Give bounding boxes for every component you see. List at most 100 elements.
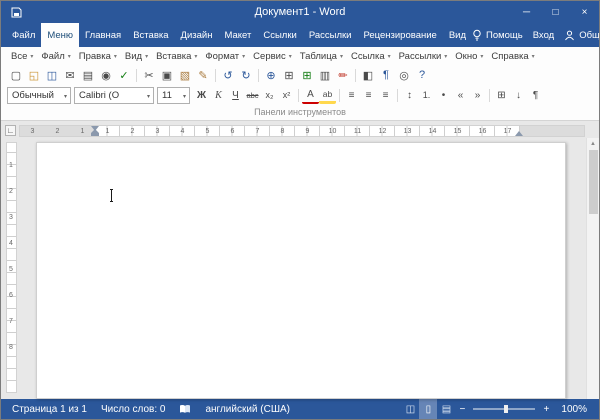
- proofing-status[interactable]: [172, 404, 198, 414]
- redo-button[interactable]: ↻: [237, 67, 255, 84]
- menu-window[interactable]: Окно: [451, 51, 487, 62]
- numbered-list-button[interactable]: 1.: [418, 87, 435, 104]
- menu-link[interactable]: Ссылка: [347, 51, 395, 62]
- window-title: Документ1 - Word: [1, 6, 599, 18]
- zoom-slider[interactable]: [473, 408, 535, 410]
- document-page[interactable]: [36, 142, 566, 399]
- tab-view[interactable]: Вид: [443, 23, 472, 47]
- tab-bar-right: Помощь Вход Общий доступ: [472, 23, 600, 47]
- quick-save-button[interactable]: [8, 4, 24, 20]
- spelling-button[interactable]: ✓: [115, 67, 133, 84]
- tab-file[interactable]: Файл: [6, 23, 41, 47]
- superscript-button[interactable]: x²: [278, 87, 295, 104]
- share-button[interactable]: Общий доступ: [564, 30, 600, 41]
- copy-button[interactable]: ▣: [158, 67, 176, 84]
- zoom-out-button[interactable]: −: [455, 404, 469, 415]
- horizontal-ruler[interactable]: 321 1234567891011121314151617: [19, 125, 585, 137]
- zoom-in-button[interactable]: +: [539, 404, 553, 415]
- columns-button[interactable]: ▥: [316, 67, 334, 84]
- font-combo[interactable]: Calibri (О: [74, 87, 154, 104]
- page-count[interactable]: Страница 1 из 1: [5, 404, 94, 415]
- drawing-button[interactable]: ✏: [334, 67, 352, 84]
- language-status[interactable]: английский (США): [198, 404, 297, 415]
- hyperlink-button[interactable]: ⊕: [262, 67, 280, 84]
- zoom-percent[interactable]: 100%: [553, 404, 595, 415]
- tab-review[interactable]: Рецензирование: [357, 23, 442, 47]
- style-combo[interactable]: Обычный: [7, 87, 71, 104]
- email-button[interactable]: ✉: [61, 67, 79, 84]
- menu-file[interactable]: Файл: [37, 51, 74, 62]
- vertical-scrollbar[interactable]: ▲: [586, 138, 599, 399]
- sign-in-button[interactable]: Вход: [533, 30, 555, 41]
- tab-layout[interactable]: Макет: [218, 23, 257, 47]
- insert-excel-button[interactable]: ⊞: [298, 67, 316, 84]
- menu-edit[interactable]: Правка: [75, 51, 121, 62]
- ruler-number: 4: [9, 221, 13, 247]
- close-button[interactable]: ×: [570, 1, 599, 23]
- zoom-button[interactable]: ◎: [395, 67, 413, 84]
- menu-mailings[interactable]: Рассылки: [395, 51, 452, 62]
- ruler-number: 4: [170, 126, 195, 136]
- maximize-button[interactable]: □: [541, 1, 570, 23]
- tab-menu[interactable]: Меню: [41, 23, 79, 47]
- indent-decrease-button[interactable]: «: [452, 87, 469, 104]
- borders-button[interactable]: ⊞: [493, 87, 510, 104]
- tab-references[interactable]: Ссылки: [257, 23, 302, 47]
- align-right-button[interactable]: ≡: [377, 87, 394, 104]
- print-layout-button[interactable]: ▯: [419, 399, 437, 419]
- menu-all[interactable]: Все: [7, 51, 37, 62]
- bulleted-list-button[interactable]: •: [435, 87, 452, 104]
- bold-button[interactable]: Ж: [193, 87, 210, 104]
- minimize-button[interactable]: ─: [512, 1, 541, 23]
- indent-increase-button[interactable]: »: [469, 87, 486, 104]
- menu-help[interactable]: Справка: [487, 51, 538, 62]
- open-button[interactable]: ◱: [25, 67, 43, 84]
- menu-table[interactable]: Таблица: [296, 51, 347, 62]
- web-layout-button[interactable]: ▤: [437, 399, 455, 419]
- cut-button[interactable]: ✂: [140, 67, 158, 84]
- menu-view[interactable]: Вид: [121, 51, 152, 62]
- format-painter-button[interactable]: ✎: [194, 67, 212, 84]
- align-left-button[interactable]: ≡: [343, 87, 360, 104]
- strikethrough-button[interactable]: abc: [244, 87, 261, 104]
- undo-button[interactable]: ↺: [219, 67, 237, 84]
- align-center-button[interactable]: ≡: [360, 87, 377, 104]
- tab-mailings[interactable]: Рассылки: [303, 23, 358, 47]
- font-size-combo[interactable]: 11: [157, 87, 190, 104]
- help-button[interactable]: ?: [413, 67, 431, 84]
- tab-selector[interactable]: ∟: [5, 125, 16, 136]
- ruler-number: 2: [9, 169, 13, 195]
- print-button[interactable]: ▤: [79, 67, 97, 84]
- paste-button[interactable]: ▧: [176, 67, 194, 84]
- scroll-up-icon[interactable]: ▲: [590, 138, 596, 150]
- sort-button[interactable]: ↓: [510, 87, 527, 104]
- subscript-button[interactable]: x₂: [261, 87, 278, 104]
- read-mode-button[interactable]: ◫: [401, 399, 419, 419]
- highlight-button[interactable]: ab: [319, 87, 336, 104]
- italic-button[interactable]: К: [210, 87, 227, 104]
- show-marks-button[interactable]: ¶: [377, 67, 395, 84]
- document-map-button[interactable]: ◧: [359, 67, 377, 84]
- save-button[interactable]: ◫: [43, 67, 61, 84]
- proofing-book-icon: [179, 404, 191, 414]
- help-button[interactable]: Помощь: [472, 29, 523, 41]
- zoom-slider-thumb[interactable]: [504, 405, 508, 413]
- scrollbar-thumb[interactable]: [589, 150, 598, 214]
- left-indent-marker[interactable]: [91, 133, 99, 136]
- menu-tools[interactable]: Сервис: [249, 51, 296, 62]
- vertical-ruler[interactable]: 12345678: [6, 142, 17, 393]
- insert-table-button[interactable]: ⊞: [280, 67, 298, 84]
- tab-insert[interactable]: Вставка: [127, 23, 174, 47]
- new-document-button[interactable]: ▢: [7, 67, 25, 84]
- print-preview-button[interactable]: ◉: [97, 67, 115, 84]
- tab-design[interactable]: Дизайн: [175, 23, 219, 47]
- word-count[interactable]: Число слов: 0: [94, 404, 172, 415]
- right-indent-marker[interactable]: [515, 131, 523, 136]
- underline-button[interactable]: Ч: [227, 87, 244, 104]
- tab-home[interactable]: Главная: [79, 23, 127, 47]
- menu-format[interactable]: Формат: [201, 51, 249, 62]
- line-spacing-button[interactable]: ↕: [401, 87, 418, 104]
- font-color-button[interactable]: А: [302, 87, 319, 104]
- styles-button[interactable]: ¶: [527, 87, 544, 104]
- menu-insert[interactable]: Вставка: [152, 51, 201, 62]
